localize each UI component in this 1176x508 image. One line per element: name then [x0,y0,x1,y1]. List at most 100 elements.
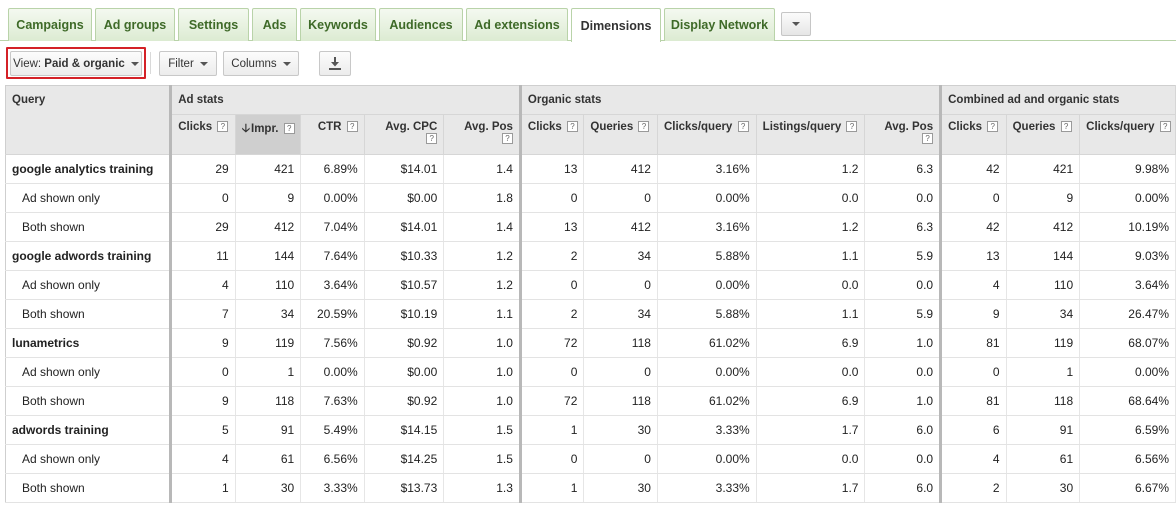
query-subrow: Ad shown only 4 61 6.56% $14.25 1.5 0 0 0.00% 0.0… [5,444,1176,474]
metric-cell: 6.59% [1079,415,1176,445]
query-cell: lunametrics [5,328,173,358]
download-button[interactable] [319,51,351,76]
tab-keywords[interactable]: Keywords [300,8,376,41]
help-icon[interactable]: ? [1060,121,1072,132]
help-icon[interactable]: ? [283,123,295,134]
metric-cell: 34 [1006,299,1081,329]
metric-cell: 72 [518,328,585,358]
metric-cell: 3.16% [657,154,757,184]
metric-cell: 6.89% [300,154,365,184]
metric-cell: 1.0 [864,328,942,358]
tab-dimensions[interactable]: Dimensions [571,8,661,42]
metric-cell: 1.2 [443,241,521,271]
metric-cell: 6.56% [300,444,365,474]
column-header-ad-clicks[interactable]: Clicks ? [170,114,236,155]
column-label: Clicks/query [663,121,733,133]
metric-cell: 1.1 [756,299,866,329]
help-icon[interactable]: ? [922,133,934,144]
metric-cell: 9.98% [1079,154,1176,184]
column-label: CTR [317,121,342,133]
tab-audiences[interactable]: Audiences [379,8,463,41]
filter-button[interactable]: Filter [159,51,217,76]
metric-cell: 9 [170,328,236,358]
metric-cell: 0.0 [756,183,866,213]
metric-cell: 0 [518,183,585,213]
column-label: Avg. Pos [464,121,513,133]
view-prefix: View: [13,57,45,70]
column-label: Clicks [948,121,982,133]
tab-ad-extensions[interactable]: Ad extensions [466,8,568,41]
more-tabs-button[interactable] [781,12,811,36]
view-label: View: Paid & organic [13,58,125,70]
tab-campaigns[interactable]: Campaigns [8,8,92,41]
metric-cell: 1 [170,473,236,503]
metric-cell: $14.25 [364,444,445,474]
query-cell: Ad shown only [5,444,173,474]
tab-ads[interactable]: Ads [252,8,297,41]
metric-cell: 7.04% [300,212,365,242]
column-header-combined-queries[interactable]: Queries ? [1006,114,1081,155]
dimensions-table: Query Ad stats Organic stats Combined ad… [5,85,1176,503]
query-row: google adwords training 11 144 7.64% $10.33 1… [5,241,1176,271]
help-icon[interactable]: ? [501,133,513,144]
chevron-down-icon [130,61,139,66]
tab-display-network[interactable]: Display Network [664,8,775,41]
column-header-combined-clicks[interactable]: Clicks ? [939,114,1007,155]
filter-label: Filter [168,57,194,70]
column-header-organic-avg-pos[interactable]: Avg. Pos? [864,114,942,155]
metric-cell: 10.19% [1079,212,1176,242]
metric-cell: 6.3 [864,154,942,184]
help-icon[interactable]: ? [426,133,438,144]
metric-cell: 119 [1006,328,1081,358]
metric-cell: 29 [170,154,236,184]
tab-ad-groups[interactable]: Ad groups [95,8,175,41]
column-header-ad-avg-pos[interactable]: Avg. Pos? [443,114,521,155]
tab-settings[interactable]: Settings [178,8,249,41]
help-icon[interactable]: ? [217,121,229,132]
column-header-organic-queries[interactable]: Queries ? [583,114,658,155]
metric-cell: 0 [583,183,658,213]
help-icon[interactable]: ? [737,121,749,132]
metric-cell: 3.64% [1079,270,1176,300]
metric-cell: 6.0 [864,415,942,445]
column-header-organic-listings-per-query[interactable]: Listings/query ? [756,114,866,155]
metric-cell: 110 [1006,270,1081,300]
view-dropdown[interactable]: View: Paid & organic [10,51,142,76]
metric-cell: 13 [939,241,1007,271]
metric-cell: 0.0 [756,357,866,387]
metric-cell: 0.0 [864,270,942,300]
columns-label: Columns [231,57,277,70]
columns-button[interactable]: Columns [223,51,299,76]
help-icon[interactable]: ? [846,121,858,132]
help-icon[interactable]: ? [987,121,999,132]
metric-cell: 68.07% [1079,328,1176,358]
metric-cell: 0 [583,357,658,387]
help-icon[interactable]: ? [346,121,358,132]
help-icon[interactable]: ? [567,121,579,132]
metric-cell: 3.33% [657,473,757,503]
column-header-ad-impressions[interactable]: 🡣Impr. ? [235,114,302,155]
metric-cell: $14.15 [364,415,445,445]
metric-cell: 6.9 [756,386,866,416]
column-header-organic-clicks-per-query[interactable]: Clicks/query ? [657,114,757,155]
metric-cell: 144 [235,241,302,271]
metric-cell: 61 [1006,444,1081,474]
query-column-header[interactable]: Query [5,85,173,155]
metric-cell: 1.0 [443,328,521,358]
help-icon[interactable]: ? [638,121,650,132]
help-icon[interactable]: ? [1159,121,1171,132]
metric-cell: 118 [235,386,302,416]
metric-cell: 1 [235,357,302,387]
metric-cell: 5 [170,415,236,445]
column-label: Listings/query [762,121,842,133]
metric-cell: 118 [583,328,658,358]
column-header-ad-avg-cpc[interactable]: Avg. CPC? [364,114,445,155]
metric-cell: $0.00 [364,357,445,387]
metric-cell: 2 [518,299,585,329]
metric-cell: 0 [518,444,585,474]
column-header-ad-ctr[interactable]: CTR ? [300,114,365,155]
metric-cell: 4 [939,270,1007,300]
column-header-organic-clicks[interactable]: Clicks ? [518,114,585,155]
column-header-combined-clicks-per-query[interactable]: Clicks/query ? [1079,114,1176,155]
metric-cell: 110 [235,270,302,300]
